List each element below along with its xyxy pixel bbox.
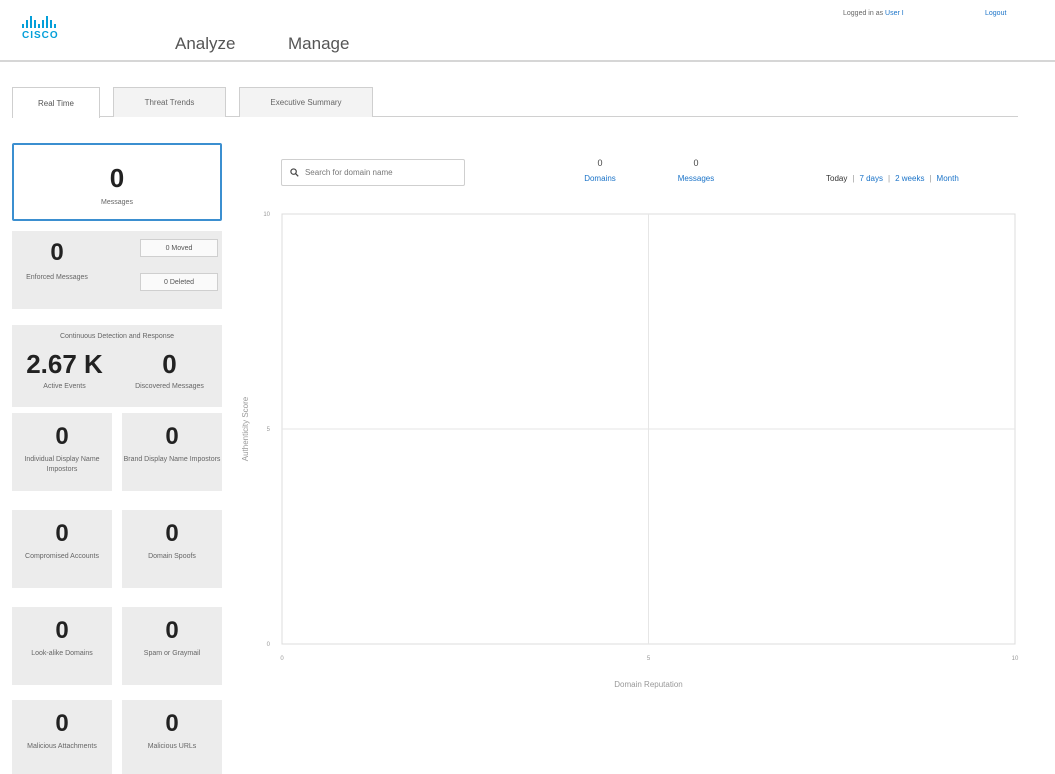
cdr-title: Continuous Detection and Response (59, 333, 175, 340)
tab-real-time[interactable]: Real Time (12, 87, 100, 118)
logout-link[interactable]: Logout (985, 10, 1006, 17)
deleted-button[interactable]: 0 Deleted (140, 273, 218, 291)
messages-link[interactable]: Messages (656, 174, 736, 183)
tile-label: Compromised Accounts (25, 553, 99, 560)
tile-label: Malicious URLs (147, 743, 197, 750)
enforced-count: 0 (50, 239, 64, 266)
messages-label: Messages (101, 199, 133, 206)
y-tick-label: 5 (267, 427, 271, 433)
x-tick-label: 0 (280, 656, 284, 662)
tile-label: Malicious Attachments (27, 743, 97, 750)
app-header: CISCO Analyze Manage Logged in as User I… (0, 0, 1055, 62)
domains-count: 0 (597, 158, 603, 168)
range-7-days[interactable]: 7 days (859, 174, 883, 183)
domain-spoofs-tile[interactable]: 0 Domain Spoofs (122, 510, 222, 588)
time-range-selector: Today | 7 days | 2 weeks | Month (826, 174, 959, 183)
logged-in-status: Logged in as User I (843, 10, 904, 17)
domains-link[interactable]: Domains (560, 174, 640, 183)
active-events-label: Active Events (43, 383, 86, 390)
tile-count: 0 (165, 423, 179, 450)
moved-button[interactable]: 0 Moved (140, 239, 218, 257)
malicious-urls-tile[interactable]: 0 Malicious URLs (122, 700, 222, 774)
cdr-tile: Continuous Detection and Response 2.67 K… (12, 325, 222, 407)
malicious-attachments-tile[interactable]: 0 Malicious Attachments (12, 700, 112, 774)
y-axis-label: Authenticity Score (241, 396, 250, 461)
cisco-bridge-icon (22, 14, 82, 28)
cisco-logo[interactable]: CISCO (22, 14, 82, 41)
active-events-count: 2.67 K (26, 349, 103, 379)
lookalike-domains-tile[interactable]: 0 Look-alike Domains (12, 607, 112, 685)
search-icon (290, 168, 299, 177)
tab-threat-trends[interactable]: Threat Trends (113, 87, 226, 117)
discovered-messages-label: Discovered Messages (135, 383, 204, 390)
tile-count: 0 (165, 617, 179, 644)
range-separator: | (929, 174, 932, 183)
messages-counter-count: 0 (693, 158, 699, 168)
user-link[interactable]: User I (885, 10, 904, 17)
nav-manage[interactable]: Manage (288, 34, 349, 54)
range-separator: | (888, 174, 891, 183)
tile-label: Domain Spoofs (148, 553, 196, 560)
tile-count: 0 (165, 710, 179, 737)
logged-in-prefix: Logged in as (843, 10, 884, 17)
domains-counter[interactable]: 0 Domains (560, 158, 640, 183)
messages-count: 0 (109, 163, 125, 193)
range-month[interactable]: Month (937, 174, 959, 183)
discovered-messages-count: 0 (162, 349, 177, 379)
tab-executive-summary[interactable]: Executive Summary (239, 87, 373, 117)
y-tick-label: 10 (263, 212, 270, 218)
brand-impostors-tile[interactable]: 0 Brand Display Name Impostors (122, 413, 222, 491)
tile-count: 0 (165, 520, 179, 547)
enforced-messages-tile[interactable]: 0 Enforced Messages 0 Moved 0 Deleted (12, 231, 222, 309)
tile-count: 0 (55, 617, 69, 644)
logo-text: CISCO (22, 30, 59, 41)
messages-counter[interactable]: 0 Messages (656, 158, 736, 183)
compromised-accounts-tile[interactable]: 0 Compromised Accounts (12, 510, 112, 588)
x-tick-label: 5 (647, 656, 651, 662)
tile-label: Look-alike Domains (31, 650, 93, 657)
tile-count: 0 (55, 710, 69, 737)
messages-tile[interactable]: 0 Messages (12, 143, 222, 221)
active-events-stat[interactable]: 2.67 K Active Events (12, 349, 117, 392)
x-axis-label: Domain Reputation (614, 680, 682, 689)
view-tabs: Real Time Threat Trends Executive Summar… (12, 87, 1018, 118)
nav-analyze[interactable]: Analyze (175, 34, 235, 54)
individual-impostors-tile[interactable]: 0 Individual Display Name Impostors (12, 413, 112, 491)
tile-label: Individual Display Name Impostors (24, 456, 100, 473)
range-separator: | (852, 174, 855, 183)
x-tick-label: 10 (1012, 656, 1019, 662)
y-tick-label: 0 (267, 642, 271, 648)
enforced-label: Enforced Messages (26, 274, 88, 281)
tile-count: 0 (55, 423, 69, 450)
tile-count: 0 (55, 520, 69, 547)
search-input[interactable] (304, 168, 464, 177)
reputation-scatter-chart[interactable]: 0 5 10 0 5 10 Domain Reputation Authenticity Sc… (238, 200, 1038, 700)
tile-label: Brand Display Name Impostors (123, 456, 221, 463)
spam-graymail-tile[interactable]: 0 Spam or Graymail (122, 607, 222, 685)
range-today[interactable]: Today (826, 174, 847, 183)
tile-label: Spam or Graymail (143, 650, 201, 657)
discovered-messages-stat[interactable]: 0 Discovered Messages (117, 349, 222, 392)
domain-search[interactable] (281, 159, 465, 186)
range-2-weeks[interactable]: 2 weeks (895, 174, 924, 183)
